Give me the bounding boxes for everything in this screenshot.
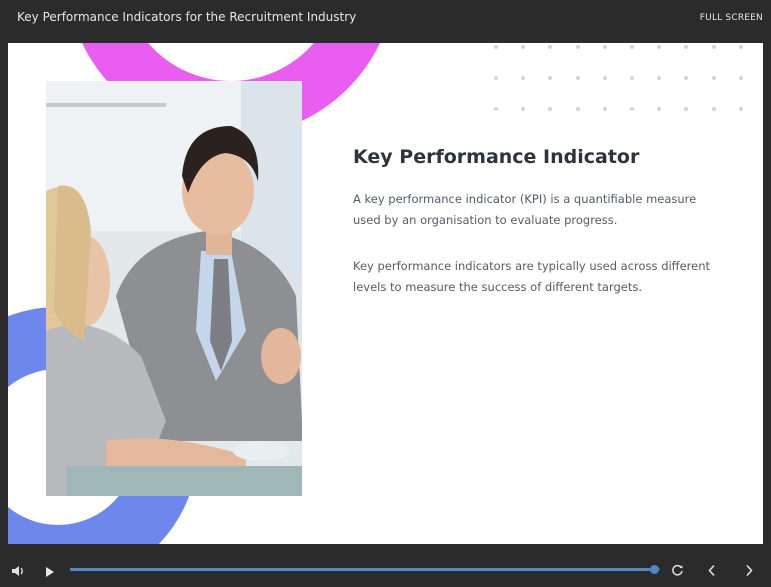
- chevron-left-icon[interactable]: [707, 562, 717, 581]
- slide-heading: Key Performance Indicator: [353, 146, 640, 168]
- decorative-dot: [684, 76, 689, 80]
- decorative-dot: [575, 45, 580, 49]
- decorative-dot: [548, 107, 553, 111]
- top-bar: Key Performance Indicators for the Recru…: [0, 0, 771, 42]
- decorative-dot: [711, 76, 716, 80]
- decorative-dot: [494, 76, 498, 80]
- decorative-dot: [521, 45, 526, 49]
- decorative-dot: [738, 45, 743, 49]
- slide-paragraph-2: Key performance indicators are typically…: [353, 259, 711, 294]
- decorative-dot: [684, 45, 689, 49]
- decorative-dot: [657, 107, 662, 111]
- decorative-dot: [602, 45, 607, 49]
- decorative-dot: [657, 45, 662, 49]
- course-title: Key Performance Indicators for the Recru…: [17, 10, 357, 24]
- decorative-dot: [711, 107, 716, 111]
- decorative-dot: [738, 107, 743, 111]
- progress-handle[interactable]: [650, 565, 660, 574]
- decorative-dot: [738, 76, 743, 80]
- slide-photo: [46, 81, 302, 496]
- business-meeting-illustration: [46, 81, 302, 496]
- decorative-dot: [575, 107, 580, 111]
- volume-icon[interactable]: [11, 562, 25, 581]
- chevron-right-icon[interactable]: [744, 562, 754, 581]
- replay-icon[interactable]: [671, 562, 684, 581]
- decorative-dot: [548, 45, 553, 49]
- decorative-dot: [602, 107, 607, 111]
- slide-canvas: Key Performance Indicator A key performa…: [8, 43, 763, 544]
- decorative-dot: [630, 45, 634, 49]
- full-screen-button[interactable]: FULL SCREEN: [700, 13, 763, 23]
- decorative-dot: [684, 107, 689, 111]
- decorative-dot: [630, 107, 634, 111]
- decorative-dot: [494, 107, 498, 111]
- slide-paragraph-1: A key performance indicator (KPI) is a q…: [353, 192, 697, 227]
- decorative-dot: [521, 107, 526, 111]
- progress-fill: [70, 568, 655, 571]
- decorative-dot: [630, 76, 634, 80]
- decorative-dot: [711, 45, 716, 49]
- player-controls: [0, 544, 771, 587]
- play-icon[interactable]: [45, 563, 55, 582]
- decorative-dot: [575, 76, 580, 80]
- progress-bar[interactable]: [70, 565, 660, 574]
- decorative-dot: [602, 76, 607, 80]
- decorative-dot: [548, 76, 553, 80]
- decorative-dot: [521, 76, 526, 80]
- decorative-dot: [494, 45, 498, 49]
- decorative-dot: [657, 76, 662, 80]
